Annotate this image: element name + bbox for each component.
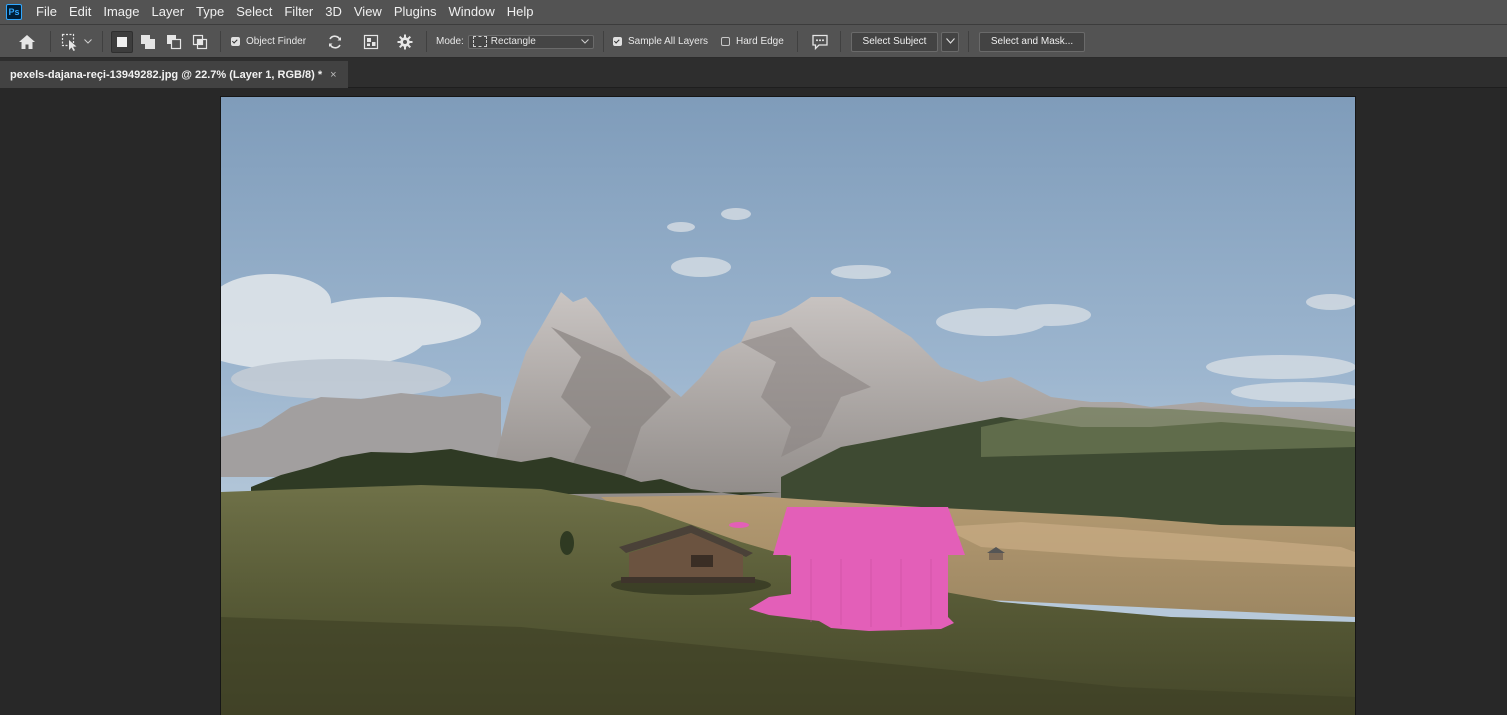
chevron-down-icon bbox=[945, 36, 955, 47]
mode-control: Mode: Rectangle bbox=[436, 25, 594, 58]
tool-preset-picker[interactable] bbox=[60, 25, 92, 58]
menu-file[interactable]: File bbox=[30, 0, 63, 24]
hard-edge-checkbox[interactable] bbox=[721, 37, 730, 46]
photoshop-logo-icon: Ps bbox=[6, 4, 22, 20]
menu-bar: Ps File Edit Image Layer Type Select Fil… bbox=[0, 0, 1507, 24]
hard-edge-label: Hard Edge bbox=[736, 36, 784, 47]
mode-select[interactable]: Rectangle bbox=[467, 34, 594, 49]
object-selection-tool-icon bbox=[60, 32, 80, 52]
intersect-selection-icon bbox=[190, 32, 210, 52]
sample-all-layers-label: Sample All Layers bbox=[628, 36, 709, 47]
menu-type[interactable]: Type bbox=[190, 0, 230, 24]
new-selection-icon bbox=[111, 30, 133, 53]
intersect-selection-button[interactable] bbox=[190, 25, 210, 58]
sample-all-layers-checkbox[interactable] bbox=[613, 37, 622, 46]
mode-label: Mode: bbox=[436, 36, 464, 47]
hard-edge-toggle[interactable]: Hard Edge bbox=[721, 25, 784, 58]
select-and-mask-group: Select and Mask... bbox=[979, 25, 1085, 58]
document-tab-bar: pexels-dajana-reçi-13949282.jpg @ 22.7% … bbox=[0, 58, 1507, 88]
show-all-objects-icon bbox=[361, 32, 381, 52]
object-finder-checkbox[interactable] bbox=[231, 37, 240, 46]
menu-window[interactable]: Window bbox=[442, 0, 500, 24]
close-icon[interactable]: × bbox=[330, 69, 336, 81]
select-subject-button[interactable]: Select Subject bbox=[851, 31, 938, 52]
menu-3d[interactable]: 3D bbox=[319, 0, 348, 24]
show-all-objects-button[interactable] bbox=[361, 25, 381, 58]
chevron-down-icon bbox=[580, 36, 589, 47]
photo-image bbox=[221, 97, 1355, 715]
menu-filter[interactable]: Filter bbox=[278, 0, 319, 24]
subtract-from-selection-button[interactable] bbox=[164, 25, 184, 58]
select-subject-group: Select Subject bbox=[851, 25, 959, 58]
chevron-down-icon bbox=[84, 36, 92, 47]
refresh-object-finder-button[interactable] bbox=[325, 25, 345, 58]
select-subject-dropdown[interactable] bbox=[941, 31, 959, 52]
subtract-from-selection-icon bbox=[164, 32, 184, 52]
menu-edit[interactable]: Edit bbox=[63, 0, 97, 24]
add-to-selection-button[interactable] bbox=[138, 25, 158, 58]
document-tab[interactable]: pexels-dajana-reçi-13949282.jpg @ 22.7% … bbox=[0, 61, 348, 88]
object-finder-label: Object Finder bbox=[246, 36, 307, 47]
menu-plugins[interactable]: Plugins bbox=[388, 0, 443, 24]
refresh-icon bbox=[325, 32, 345, 52]
menu-select[interactable]: Select bbox=[230, 0, 278, 24]
feedback-button[interactable] bbox=[810, 25, 830, 58]
menu-image[interactable]: Image bbox=[97, 0, 145, 24]
rectangle-mode-icon bbox=[472, 35, 487, 47]
document-tab-title: pexels-dajana-reçi-13949282.jpg @ 22.7% … bbox=[10, 68, 323, 81]
home-icon bbox=[17, 32, 37, 52]
object-finder-settings-button[interactable] bbox=[395, 25, 415, 58]
menu-help[interactable]: Help bbox=[501, 0, 540, 24]
sample-all-layers-toggle[interactable]: Sample All Layers bbox=[613, 25, 708, 58]
menu-layer[interactable]: Layer bbox=[146, 0, 191, 24]
home-button[interactable] bbox=[17, 25, 37, 58]
gear-icon bbox=[395, 32, 415, 52]
select-and-mask-button[interactable]: Select and Mask... bbox=[979, 31, 1085, 52]
options-bar: Object Finder Mode: Rectangle Sample All… bbox=[0, 24, 1507, 58]
menu-view[interactable]: View bbox=[348, 0, 388, 24]
mode-value: Rectangle bbox=[490, 36, 536, 48]
feedback-icon bbox=[810, 32, 830, 52]
document-canvas[interactable] bbox=[221, 97, 1355, 715]
add-to-selection-icon bbox=[138, 32, 158, 52]
new-selection-button[interactable] bbox=[111, 25, 133, 58]
object-finder-toggle[interactable]: Object Finder bbox=[231, 25, 306, 58]
